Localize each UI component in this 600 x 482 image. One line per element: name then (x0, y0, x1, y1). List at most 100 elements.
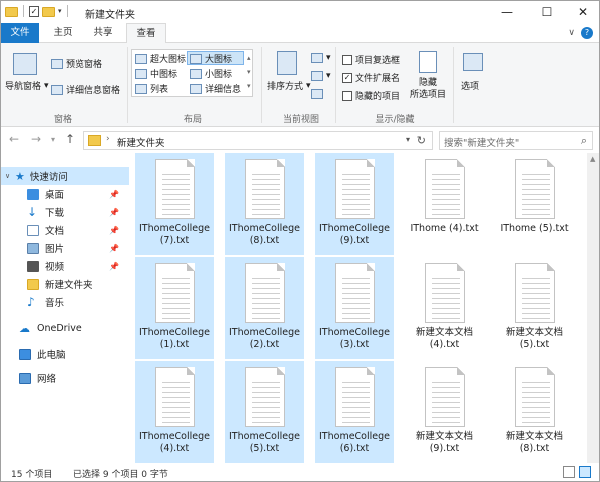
file-item[interactable]: IThomeCollege (3).txt (315, 257, 394, 359)
options-icon (463, 53, 483, 71)
breadcrumb-separator-icon[interactable]: › (106, 134, 110, 144)
add-columns-button[interactable]: ▾ (311, 71, 331, 81)
file-item[interactable]: IThome (4).txt (405, 153, 484, 255)
layout-medium-icons[interactable]: 中图标 (135, 67, 177, 80)
customize-toolbar-icon[interactable]: ▾ (58, 7, 62, 15)
file-item[interactable]: IThomeCollege (8).txt (225, 153, 304, 255)
collapse-icon[interactable]: ∨ (5, 172, 15, 180)
forward-icon[interactable]: → (31, 132, 41, 146)
breadcrumb[interactable]: 新建文件夹 (117, 135, 165, 149)
file-item[interactable]: IThomeCollege (5).txt (225, 361, 304, 463)
sidebar-item-label: 新建文件夹 (45, 280, 93, 291)
sort-by-label: 排序方式 (267, 82, 304, 92)
checkbox-unchecked-icon[interactable] (342, 54, 352, 65)
file-item[interactable]: IThomeCollege (9).txt (315, 153, 394, 255)
help-icon[interactable]: ? (581, 27, 593, 39)
gallery-scroll-icon[interactable]: ▴ ▾ ▾ (247, 51, 251, 93)
sidebar-item-label: 网络 (37, 374, 57, 385)
preview-pane-button[interactable]: 预览窗格 (51, 57, 102, 70)
size-columns-button[interactable] (311, 89, 323, 99)
music-icon: ♪ (27, 294, 35, 309)
layout-small-icons[interactable]: 小图标 (190, 67, 232, 80)
file-item[interactable]: 新建文本文档 (4).txt (405, 257, 484, 359)
sidebar-item-quick-access[interactable]: ∨ ★ 快速访问 (1, 167, 129, 185)
minimize-button[interactable]: — (489, 1, 525, 23)
text-file-icon (425, 159, 465, 219)
checkbox-label: 文件扩展名 (355, 74, 401, 84)
sidebar-item-onedrive[interactable]: ☁ OneDrive (1, 319, 129, 337)
expand-ribbon-icon[interactable]: ∨ (568, 28, 575, 38)
file-list: IThomeCollege (7).txt IThomeCollege (8).… (129, 153, 587, 463)
sidebar-item-network[interactable]: 网络 (1, 369, 129, 387)
address-bar[interactable]: › 新建文件夹 ▾ ↻ (83, 131, 433, 150)
scroll-up-icon[interactable]: ▲ (590, 155, 595, 163)
hide-selected-label: 隐藏 (418, 78, 437, 88)
sidebar-item-label: OneDrive (37, 322, 82, 334)
large-icons-view-icon[interactable] (579, 466, 591, 478)
tab-home[interactable]: 主页 (45, 23, 81, 43)
up-icon[interactable]: ↑ (65, 132, 75, 146)
sidebar-item-documents[interactable]: 文档 📌 (1, 221, 129, 239)
hide-selected-button[interactable]: 隐藏 所选项目 (407, 77, 449, 101)
maximize-button[interactable]: ☐ (529, 1, 565, 23)
options-label: 选项 (461, 82, 480, 92)
item-checkboxes-toggle[interactable]: 项目复选框 (342, 53, 400, 66)
back-icon[interactable]: ← (9, 132, 19, 146)
tab-share[interactable]: 共享 (85, 23, 121, 43)
refresh-icon[interactable]: ↻ (417, 134, 426, 147)
sidebar-item-pictures[interactable]: 图片 📌 (1, 239, 129, 257)
details-view-icon[interactable] (563, 466, 575, 478)
group-label-current-view: 当前视图 (282, 115, 319, 125)
file-extensions-toggle[interactable]: ✓ 文件扩展名 (342, 71, 400, 84)
layout-list[interactable]: 列表 (135, 82, 168, 95)
sidebar-item-this-pc[interactable]: 此电脑 (1, 345, 129, 363)
file-item[interactable]: IThomeCollege (1).txt (135, 257, 214, 359)
pin-icon[interactable]: 📌 (109, 262, 119, 271)
options-button[interactable]: 选项 (461, 79, 479, 92)
pin-icon[interactable]: 📌 (109, 208, 119, 217)
new-folder-icon[interactable] (42, 7, 55, 17)
file-item[interactable]: IThome (5).txt (495, 153, 574, 255)
sidebar-item-videos[interactable]: 视频 📌 (1, 257, 129, 275)
hidden-items-toggle[interactable]: 隐藏的项目 (342, 89, 400, 102)
close-button[interactable]: ✕ (565, 1, 599, 23)
navigation-pane-button[interactable]: 导航窗格 ▾ (5, 79, 49, 93)
search-icon[interactable]: ⌕ (581, 134, 587, 148)
quick-access-toolbar: ✓ ▾ (5, 5, 70, 17)
vertical-scrollbar[interactable]: ▲ (587, 153, 599, 463)
pin-icon[interactable]: 📌 (109, 244, 119, 253)
details-icon (190, 83, 202, 94)
file-item[interactable]: 新建文本文档 (8).txt (495, 361, 574, 463)
file-item[interactable]: IThomeCollege (7).txt (135, 153, 214, 255)
file-item[interactable]: IThomeCollege (6).txt (315, 361, 394, 463)
sidebar-item-new-folder[interactable]: 新建文件夹 (1, 275, 129, 293)
checkbox-unchecked-icon[interactable] (342, 90, 352, 101)
video-icon (27, 260, 39, 272)
details-pane-button[interactable]: 详细信息窗格 (51, 83, 120, 96)
group-by-button[interactable]: ▾ (311, 53, 331, 63)
tab-view[interactable]: 查看 (126, 23, 166, 44)
search-input[interactable]: 搜索"新建文件夹" ⌕ (439, 131, 593, 150)
layout-large-icons[interactable]: 大图标 (190, 52, 232, 65)
pin-icon[interactable]: 📌 (109, 226, 119, 235)
sidebar-item-downloads[interactable]: ↓ 下载 📌 (1, 203, 129, 221)
checkbox-checked-icon[interactable]: ✓ (342, 72, 352, 83)
pin-icon[interactable]: 📌 (109, 190, 119, 199)
layout-details[interactable]: 详细信息 (190, 82, 241, 95)
text-file-icon (515, 159, 555, 219)
properties-icon[interactable]: ✓ (29, 5, 39, 17)
file-item[interactable]: 新建文本文档 (9).txt (405, 361, 484, 463)
file-item[interactable]: IThomeCollege (2).txt (225, 257, 304, 359)
sort-by-button[interactable]: 排序方式 ▾ (267, 79, 311, 93)
sidebar-item-desktop[interactable]: 桌面 📌 (1, 185, 129, 203)
file-item[interactable]: IThomeCollege (4).txt (135, 361, 214, 463)
extra-large-icons-icon (135, 53, 147, 64)
sort-by-icon (277, 51, 297, 75)
sidebar-item-music[interactable]: ♪ 音乐 (1, 293, 129, 311)
address-dropdown-icon[interactable]: ▾ (406, 135, 410, 144)
file-item[interactable]: 新建文本文档 (5).txt (495, 257, 574, 359)
recent-locations-icon[interactable]: ▾ (51, 135, 55, 144)
navigation-bar: ← → ▾ ↑ › 新建文件夹 ▾ ↻ 搜索"新建文件夹" ⌕ (1, 127, 599, 153)
file-name: IThomeCollege (9).txt (319, 223, 390, 246)
layout-extra-large-icons[interactable]: 超大图标 (135, 52, 186, 65)
